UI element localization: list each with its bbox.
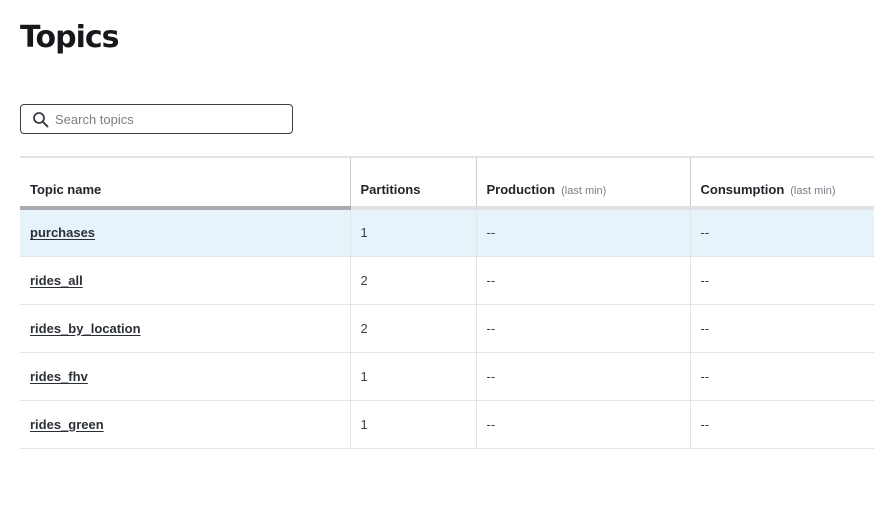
table-row[interactable]: rides_green 1 -- --: [20, 400, 874, 449]
partitions-cell: 1: [349, 208, 476, 257]
consumption-cell: --: [689, 208, 874, 257]
consumption-cell: --: [689, 400, 874, 449]
table-row[interactable]: rides_by_location 2 -- --: [20, 304, 874, 353]
topic-link[interactable]: rides_fhv: [30, 369, 88, 384]
production-cell: --: [475, 400, 690, 449]
topic-link[interactable]: rides_by_location: [30, 321, 141, 336]
consumption-cell: --: [689, 304, 874, 353]
table-row[interactable]: rides_all 2 -- --: [20, 256, 874, 305]
column-header-label: Consumption: [700, 182, 785, 197]
partitions-cell: 1: [349, 352, 476, 401]
topics-page: Topics Topic name Partitions: [0, 0, 874, 515]
topic-link[interactable]: rides_green: [30, 417, 104, 432]
table-row[interactable]: purchases 1 -- --: [20, 208, 874, 257]
column-header-sublabel: (last min): [561, 185, 607, 197]
topic-name-cell: purchases: [20, 208, 350, 257]
column-header-production[interactable]: Production (last min): [475, 156, 690, 210]
production-cell: --: [475, 352, 690, 401]
topic-name-cell: rides_all: [20, 256, 350, 305]
topic-link[interactable]: purchases: [30, 225, 95, 240]
consumption-cell: --: [689, 256, 874, 305]
search-input[interactable]: [55, 108, 285, 130]
topic-name-cell: rides_green: [20, 400, 350, 449]
search-icon: [32, 111, 50, 129]
column-header-label: Production: [486, 182, 556, 197]
table-row[interactable]: rides_fhv 1 -- --: [20, 352, 874, 401]
column-header-sublabel: (last min): [790, 185, 836, 197]
column-header-label: Partitions: [360, 182, 421, 197]
topic-name-cell: rides_fhv: [20, 352, 350, 401]
partitions-cell: 2: [349, 256, 476, 305]
column-header-topic-name[interactable]: Topic name: [20, 156, 350, 210]
column-header-label: Topic name: [30, 182, 102, 197]
page-title: Topics: [20, 20, 119, 55]
production-cell: --: [475, 304, 690, 353]
partitions-cell: 2: [349, 304, 476, 353]
production-cell: --: [475, 208, 690, 257]
table-header-row: Topic name Partitions Production (last mi…: [20, 156, 874, 210]
production-cell: --: [475, 256, 690, 305]
column-header-consumption[interactable]: Consumption (last min): [689, 156, 874, 210]
search-box[interactable]: [20, 104, 293, 134]
topic-link[interactable]: rides_all: [30, 273, 83, 288]
topics-table: Topic name Partitions Production (last mi…: [20, 156, 874, 449]
column-header-partitions[interactable]: Partitions: [349, 156, 476, 210]
consumption-cell: --: [689, 352, 874, 401]
partitions-cell: 1: [349, 400, 476, 449]
topic-name-cell: rides_by_location: [20, 304, 350, 353]
